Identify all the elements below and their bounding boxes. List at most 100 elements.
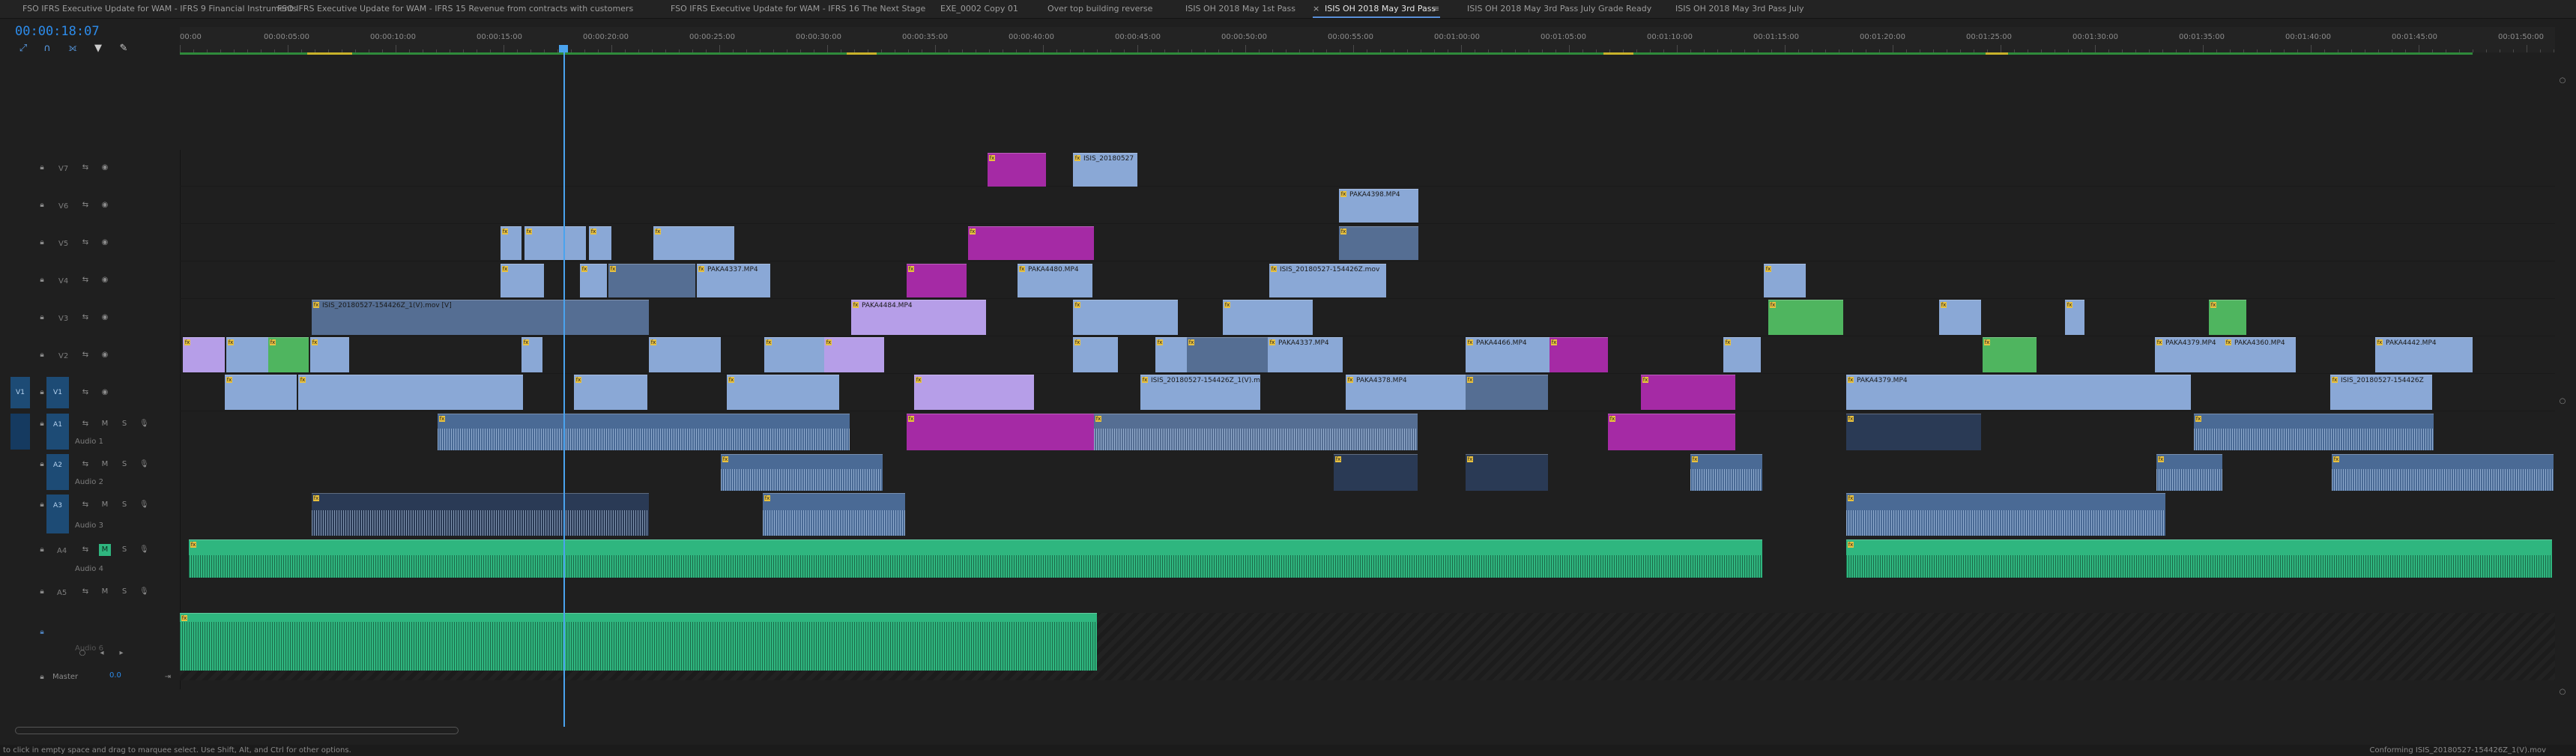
video-clip[interactable]: fx <box>225 375 297 410</box>
tab-ifrs9[interactable]: FSO IFRS Executive Update for WAM - IFRS… <box>22 4 297 17</box>
sync-lock-icon[interactable]: ⇆ <box>81 201 90 210</box>
lock-icon[interactable]: 🔒︎ <box>37 163 46 172</box>
video-clip[interactable]: fx PAKA4442.MP4 <box>2375 337 2473 372</box>
mute-button[interactable]: M <box>100 420 109 429</box>
video-clip[interactable]: fx PAKA4379.MP4 <box>2155 337 2224 372</box>
eye-icon[interactable]: ◉ <box>100 351 109 360</box>
mic-icon[interactable]: 🎙︎ <box>139 545 149 554</box>
video-clip[interactable]: fx <box>907 264 967 297</box>
audio-clip[interactable]: fx <box>438 414 850 450</box>
next-keyframe-icon[interactable]: ▸ <box>117 649 126 658</box>
keyframe-circle-icon[interactable]: ○ <box>78 649 87 658</box>
solo-button[interactable]: S <box>120 501 129 509</box>
sync-lock-icon[interactable]: ⇆ <box>81 460 90 469</box>
tab-ifrs16[interactable]: FSO IFRS Executive Update for WAM - IFRS… <box>671 4 925 17</box>
eye-icon[interactable]: ◉ <box>100 276 109 285</box>
video-clip[interactable]: fx PAKA4466.MP4 <box>1466 337 1549 372</box>
wrench-icon[interactable]: ✎ <box>118 43 129 54</box>
video-clip[interactable]: fx <box>608 264 695 297</box>
audio-clip[interactable]: fx <box>2332 454 2554 491</box>
add-marker-icon[interactable]: ▼ <box>93 43 103 54</box>
scroll-handle-icon[interactable]: ○ <box>2558 688 2567 697</box>
video-clip[interactable]: fx <box>1549 337 1608 372</box>
audio-clip[interactable]: fx <box>1094 414 1418 450</box>
sync-lock-icon[interactable]: ⇆ <box>81 388 90 397</box>
video-clip[interactable]: fx <box>183 337 225 372</box>
track-target-v1[interactable]: V1 <box>46 377 69 408</box>
video-clip[interactable]: fx <box>1073 300 1178 335</box>
video-clip[interactable]: fx <box>1939 300 1981 335</box>
video-clip[interactable]: fx PAKA4337.MP4 <box>697 264 770 297</box>
video-clip[interactable]: fx <box>1187 337 1268 372</box>
sync-lock-icon[interactable]: ⇆ <box>81 501 90 509</box>
video-clip[interactable]: fx <box>1764 264 1806 297</box>
video-clip[interactable]: fx <box>988 153 1046 187</box>
solo-button[interactable]: S <box>120 420 129 429</box>
track-target-a1[interactable]: A1 <box>46 414 69 450</box>
sync-lock-icon[interactable]: ⇆ <box>81 238 90 247</box>
solo-button[interactable]: S <box>120 545 129 554</box>
video-clip[interactable]: fx <box>310 337 349 372</box>
video-clip[interactable]: fx PAKA4480.MP4 <box>1018 264 1092 297</box>
lock-icon[interactable]: 🔒︎ <box>37 388 46 397</box>
sync-lock-icon[interactable]: ⇆ <box>81 313 90 322</box>
sync-lock-icon[interactable]: ⇆ <box>81 420 90 429</box>
horizontal-scrollbar[interactable] <box>7 727 2555 734</box>
tab-july-grade[interactable]: ISIS OH 2018 May 3rd Pass July Grade Rea… <box>1467 4 1651 17</box>
video-clip[interactable]: fx <box>574 375 647 410</box>
horizontal-scroll-thumb[interactable] <box>15 727 459 734</box>
audio-clip[interactable]: fx <box>721 454 883 491</box>
video-clip[interactable]: fx <box>1155 337 1187 372</box>
video-clip[interactable]: fx <box>524 226 586 260</box>
eye-icon[interactable]: ◉ <box>100 201 109 210</box>
audio-clip[interactable]: fx <box>907 414 1094 450</box>
lock-icon[interactable]: 🔒︎ <box>37 420 46 429</box>
sync-lock-icon[interactable]: ⇆ <box>81 163 90 172</box>
linked-selection-icon[interactable]: ⟗ <box>67 43 78 54</box>
fit-icon[interactable]: ⇥ <box>163 673 172 682</box>
mic-icon[interactable]: 🎙︎ <box>139 501 149 509</box>
video-clip[interactable]: fx PAKA4378.MP4 <box>1346 375 1466 410</box>
sync-lock-icon[interactable]: ⇆ <box>81 276 90 285</box>
track-target-a2[interactable]: A2 <box>46 454 69 490</box>
audio-clip[interactable]: fx <box>763 493 905 536</box>
video-clip[interactable]: fx <box>649 337 721 372</box>
tab-close-icon[interactable]: × <box>1313 4 1319 17</box>
audio-clip[interactable]: fx <box>189 539 1762 578</box>
video-clip[interactable]: fx <box>824 337 884 372</box>
audio-clip[interactable]: fx <box>2156 454 2222 491</box>
video-clip[interactable]: fx <box>2065 300 2084 335</box>
mic-icon[interactable]: 🎙︎ <box>139 587 149 596</box>
video-clip[interactable]: fx <box>1073 337 1118 372</box>
eye-icon[interactable]: ◉ <box>100 238 109 247</box>
audio-clip[interactable]: fx <box>1846 493 2165 536</box>
sync-lock-icon[interactable]: ⇆ <box>81 587 90 596</box>
tab-menu-icon[interactable]: ≡ <box>1433 4 1439 17</box>
video-clip[interactable]: fx <box>2209 300 2246 335</box>
video-clip[interactable]: fx <box>914 375 1034 410</box>
solo-button[interactable]: S <box>120 587 129 596</box>
video-clip[interactable]: fx <box>1223 300 1313 335</box>
video-clip[interactable]: fx ISIS_20180527-154426Z.mov <box>1269 264 1386 297</box>
video-clip[interactable]: fx <box>501 226 521 260</box>
playhead-line[interactable] <box>563 46 565 727</box>
mic-icon[interactable]: 🎙︎ <box>139 460 149 469</box>
snap-icon[interactable]: ∩ <box>42 43 52 54</box>
audio-clip[interactable]: fx <box>1608 414 1735 450</box>
video-clip[interactable]: fx <box>1983 337 2037 372</box>
video-clip[interactable]: fx ISIS_20180527-154426Z <box>2330 375 2432 410</box>
sync-lock-icon[interactable]: ⇆ <box>81 545 90 554</box>
video-clip[interactable]: fx <box>268 337 309 372</box>
audio-clip-locked[interactable]: fx <box>180 613 1097 671</box>
audio-clip[interactable]: fx <box>2194 414 2434 450</box>
mute-button[interactable]: M <box>100 460 109 469</box>
video-clip[interactable]: fx <box>1768 300 1843 335</box>
lock-icon[interactable]: 🔒︎ <box>37 460 46 469</box>
tab-1st-pass[interactable]: ISIS OH 2018 May 1st Pass <box>1185 4 1295 17</box>
lock-icon[interactable]: 🔒︎ <box>37 351 46 360</box>
video-clip[interactable]: fxISIS_20180527-154426Z_1(V).mov [V] <box>1140 375 1260 410</box>
scroll-handle-icon[interactable]: ○ <box>2558 76 2567 85</box>
tab-3rd-pass[interactable]: ISIS OH 2018 May 3rd Pass <box>1325 4 1436 17</box>
playhead-timecode[interactable]: 00:00:18:07 <box>15 24 100 39</box>
video-clip[interactable]: fx PAKA4484.MP4 <box>851 300 986 335</box>
